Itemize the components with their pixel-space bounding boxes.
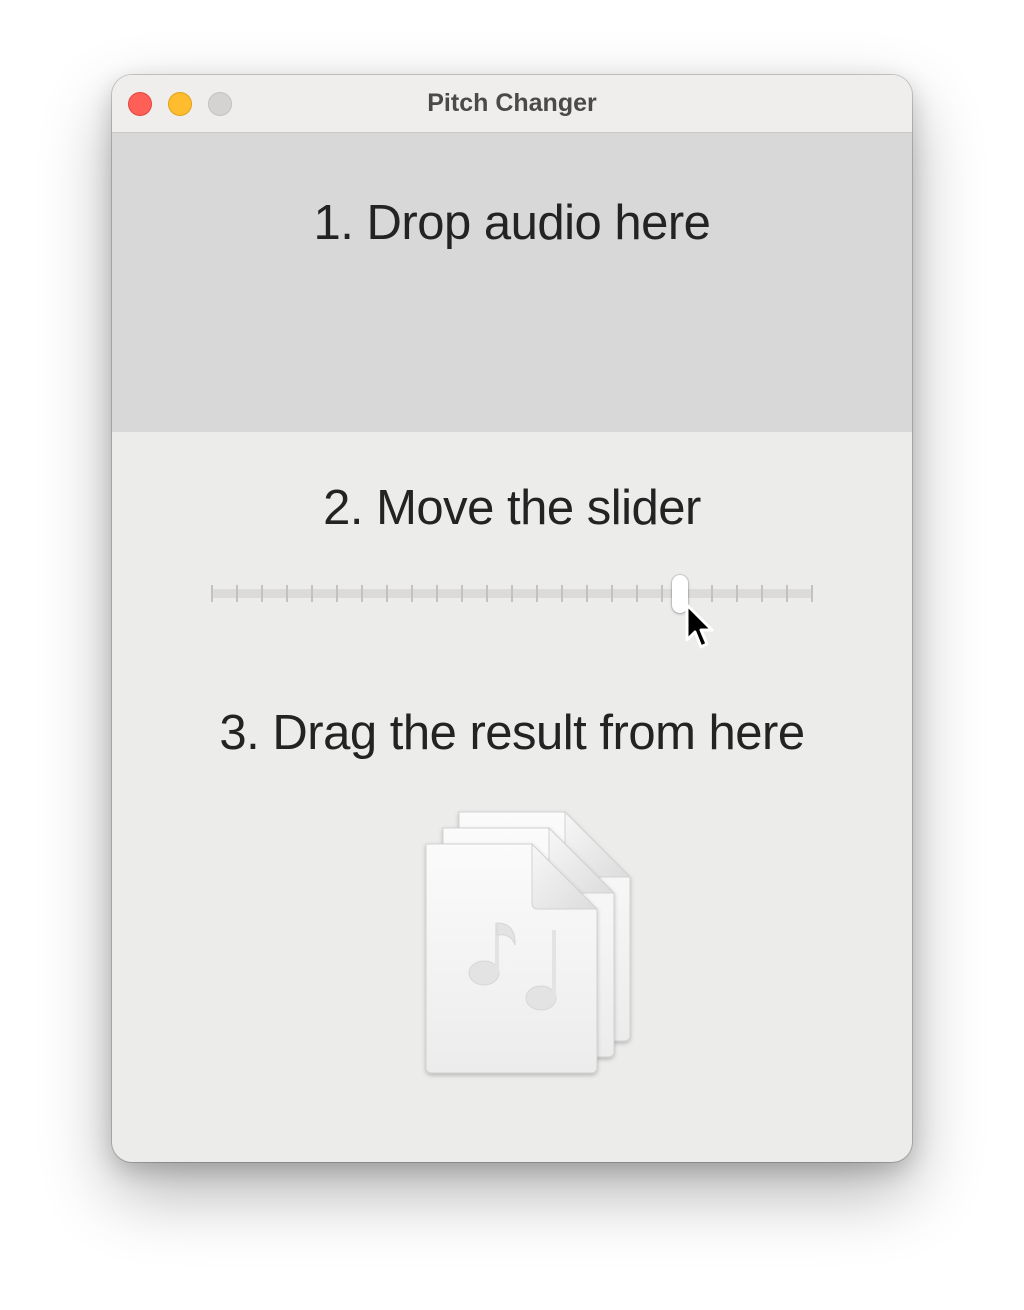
audio-files-icon[interactable]	[412, 805, 652, 1085]
window-title: Pitch Changer	[427, 89, 597, 117]
slider-tick	[811, 585, 813, 602]
slider-tick	[336, 585, 338, 602]
slider-tick	[286, 585, 288, 602]
slider-tick	[411, 585, 413, 602]
pitch-slider[interactable]	[211, 575, 813, 615]
slider-tick	[361, 585, 363, 602]
slider-tick	[661, 585, 663, 602]
app-window: Pitch Changer 1. Drop audio here 2. Move…	[112, 75, 912, 1162]
drag-result-label: 3. Drag the result from here	[219, 706, 805, 760]
slider-tick	[386, 585, 388, 602]
title-bar[interactable]: Pitch Changer	[112, 75, 912, 133]
drop-audio-label: 1. Drop audio here	[313, 196, 711, 250]
move-slider-label: 2. Move the slider	[323, 481, 701, 535]
slider-tick	[236, 585, 238, 602]
mouse-pointer-icon	[685, 603, 714, 649]
slider-tick	[261, 585, 263, 602]
slider-tick	[211, 585, 213, 602]
slider-tick	[561, 585, 563, 602]
slider-tick	[761, 585, 763, 602]
slider-tick	[536, 585, 538, 602]
slider-tick	[586, 585, 588, 602]
slider-tick	[636, 585, 638, 602]
slider-tick	[311, 585, 313, 602]
slider-tick	[736, 585, 738, 602]
slider-tick	[436, 585, 438, 602]
slider-tick	[486, 585, 488, 602]
slider-tick	[611, 585, 613, 602]
slider-tick	[511, 585, 513, 602]
slider-tick	[711, 585, 713, 602]
slider-tick	[786, 585, 788, 602]
slider-tick	[461, 585, 463, 602]
audio-drop-zone[interactable]	[112, 133, 912, 432]
